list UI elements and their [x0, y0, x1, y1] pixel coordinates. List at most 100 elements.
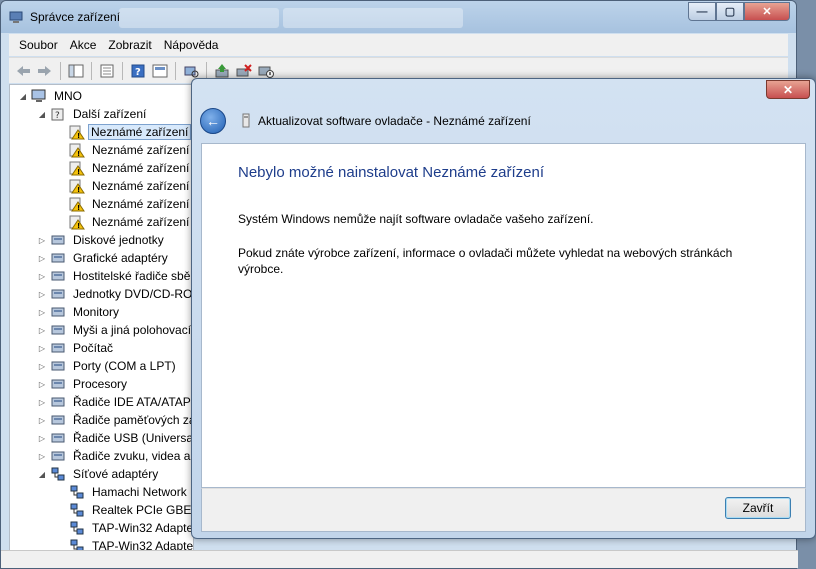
tree-node-category[interactable]: ▷ Diskové jednotky [37, 231, 168, 249]
device-tree[interactable]: ◢ MNO ◢ ? Další zařízení ! Neznámé zaříze… [9, 84, 194, 568]
display-adapter-icon [51, 253, 65, 263]
tree-label: Řadiče USB (Universal S [73, 431, 194, 445]
back-arrow-icon: ← [206, 113, 220, 129]
expand-arrow-icon[interactable]: ▷ [37, 434, 47, 443]
tree-node-category[interactable]: ▷ Řadiče paměťových za [37, 411, 194, 429]
tree-node-network-adapter[interactable]: Realtek PCIe GBE Fa [56, 501, 193, 519]
menu-napoveda[interactable]: Nápověda [158, 38, 225, 52]
close-button[interactable]: ✕ [744, 2, 790, 21]
tree-node-network-adapters[interactable]: ◢ Síťové adaptéry [37, 465, 162, 483]
ide-controller-icon [51, 397, 65, 407]
tree-label: Řadiče IDE ATA/ATAPI [73, 395, 194, 409]
network-adapter-icon [70, 485, 84, 499]
tree-node-network-adapter[interactable]: TAP-Win32 Adapte [56, 519, 193, 537]
expand-arrow-icon[interactable]: ▷ [37, 398, 47, 407]
dialog-message: Pokud znáte výrobce zařízení, informace … [238, 246, 733, 276]
tree-node-network-adapter[interactable]: Hamachi Network [56, 483, 191, 501]
tree-node-unknown-device[interactable]: ! Neznámé zařízení [56, 177, 193, 195]
tree-node-category[interactable]: ▷ Grafické adaptéry [37, 249, 172, 267]
maximize-button[interactable]: ▢ [716, 2, 744, 21]
tree-node-category[interactable]: ▷ Řadiče USB (Universal S [37, 429, 194, 447]
tree-label: Řadiče zvuku, videa a h [73, 449, 194, 463]
expand-arrow-icon[interactable]: ▷ [37, 254, 47, 263]
tree-label: Neznámé zařízení [92, 161, 190, 175]
minimize-button[interactable]: — [688, 2, 716, 21]
update-driver-dialog: ✕ ← Aktualizovat software ovladače - Nez… [191, 78, 816, 539]
expand-arrow-icon[interactable]: ▷ [37, 416, 47, 425]
dialog-close-button[interactable]: ✕ [766, 80, 810, 99]
computer-icon [51, 343, 65, 353]
tree-node-category[interactable]: ▷ Procesory [37, 375, 131, 393]
svg-text:!: ! [77, 204, 80, 212]
disk-drive-icon [51, 235, 65, 245]
view-icon[interactable] [150, 61, 170, 81]
tree-label: Monitory [73, 305, 120, 319]
tree-node-category[interactable]: ▷ Řadiče zvuku, videa a h [37, 447, 194, 465]
computer-icon [31, 89, 46, 102]
dvd-drive-icon [51, 289, 65, 299]
tree-label: Další zařízení [73, 107, 147, 121]
expand-arrow-icon[interactable]: ▷ [37, 272, 47, 281]
tree-label: Neznámé zařízení [92, 143, 190, 157]
tree-label: Neznámé zařízení [88, 124, 192, 140]
properties-icon[interactable] [97, 61, 117, 81]
unknown-device-warning-icon: ! [69, 197, 85, 212]
background-taskbar-title-ghost [119, 8, 279, 28]
usb-icon [51, 433, 65, 443]
tree-label: Realtek PCIe GBE Fa [92, 503, 193, 517]
dialog-content: Nebylo možné nainstalovat Neznámé zaříze… [201, 143, 806, 488]
close-dialog-button[interactable]: Zavřít [725, 497, 791, 519]
tree-node-unknown-device[interactable]: ! Neznámé zařízení [56, 195, 193, 213]
svg-text:!: ! [77, 168, 80, 176]
back-arrow-icon[interactable] [13, 61, 33, 81]
expand-arrow-icon[interactable]: ▷ [37, 326, 47, 335]
tree-node-unknown-device[interactable]: ! Neznámé zařízení [56, 123, 192, 141]
tree-node-category[interactable]: ▷ Monitory [37, 303, 123, 321]
tree-node-category[interactable]: ▷ Počítač [37, 339, 117, 357]
tree-root[interactable]: ◢ MNO [18, 87, 86, 105]
collapse-arrow-icon[interactable]: ◢ [37, 470, 47, 479]
unknown-device-warning-icon: ! [69, 161, 85, 176]
collapse-arrow-icon[interactable]: ◢ [18, 92, 28, 101]
tree-label: Řadiče paměťových za [73, 413, 194, 427]
menu-akce[interactable]: Akce [64, 38, 103, 52]
tree-label: Síťové adaptéry [73, 467, 159, 481]
forward-arrow-icon[interactable] [35, 61, 55, 81]
menu-soubor[interactable]: Soubor [13, 38, 64, 52]
tree-node-category[interactable]: ▷ Řadiče IDE ATA/ATAPI [37, 393, 194, 411]
tree-node-other-devices[interactable]: ◢ ? Další zařízení [37, 105, 150, 123]
help-icon[interactable]: ? [128, 61, 148, 81]
tree-label: Procesory [73, 377, 128, 391]
expand-arrow-icon[interactable]: ▷ [37, 380, 47, 389]
expand-arrow-icon[interactable]: ▷ [37, 344, 47, 353]
device-manager-icon [9, 11, 23, 23]
tree-node-unknown-device[interactable]: ! Neznámé zařízení [56, 141, 193, 159]
expand-arrow-icon[interactable]: ▷ [37, 452, 47, 461]
expand-arrow-icon[interactable]: ▷ [37, 290, 47, 299]
show-hide-console-tree-icon[interactable] [66, 61, 86, 81]
tree-node-unknown-device[interactable]: ! Neznámé zařízení [56, 213, 193, 231]
collapse-arrow-icon[interactable]: ◢ [37, 110, 47, 119]
unknown-device-warning-icon: ! [69, 215, 85, 230]
tree-node-category[interactable]: ▷ Myši a jiná polohovací [37, 321, 193, 339]
menu-zobrazit[interactable]: Zobrazit [102, 38, 157, 52]
storage-controller-icon [51, 271, 65, 281]
tree-label: Hamachi Network [92, 485, 187, 499]
expand-arrow-icon[interactable]: ▷ [37, 308, 47, 317]
tree-node-category[interactable]: ▷ Hostitelské řadiče sběr [37, 267, 193, 285]
tree-node-unknown-device[interactable]: ! Neznámé zařízení [56, 159, 193, 177]
expand-arrow-icon[interactable]: ▷ [37, 236, 47, 245]
expand-arrow-icon[interactable]: ▷ [37, 362, 47, 371]
monitor-icon [51, 307, 65, 317]
tree-node-category[interactable]: ▷ Porty (COM a LPT) [37, 357, 180, 375]
back-button[interactable]: ← [200, 108, 226, 134]
tree-node-category[interactable]: ▷ Jednotky DVD/CD-ROM [37, 285, 193, 303]
svg-text:?: ? [55, 111, 60, 121]
tree-label: Porty (COM a LPT) [73, 359, 176, 373]
title-bar[interactable]: Správce zařízení — ▢ ✕ [1, 1, 796, 33]
network-adapter-icon [51, 467, 65, 481]
svg-text:?: ? [135, 67, 141, 78]
svg-text:!: ! [77, 132, 80, 140]
mouse-icon [51, 325, 65, 335]
dialog-heading: Nebylo možné nainstalovat Neznámé zaříze… [238, 164, 544, 181]
